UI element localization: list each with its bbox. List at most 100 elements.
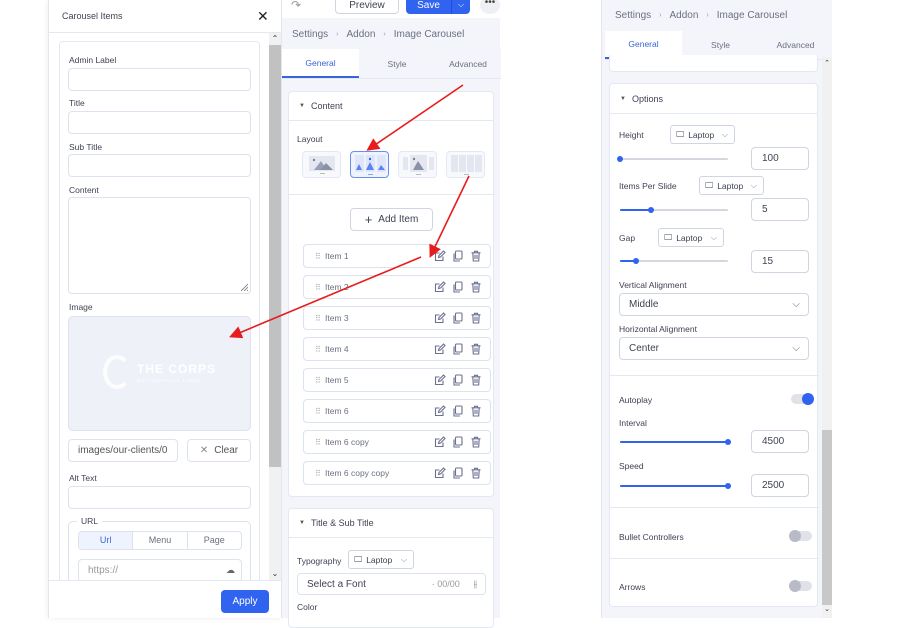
height-input[interactable]: 100 [751,147,809,170]
list-item[interactable]: ⠿ Item 6 [303,399,491,423]
image-path-input[interactable]: images/our-clients/0 [68,439,178,462]
redo-icon[interactable]: ↷ [291,0,301,12]
copy-icon[interactable] [452,374,464,386]
cloud-upload-icon[interactable]: ☁ [226,565,235,576]
scroll-up-icon[interactable]: ⌃ [822,59,832,67]
copy-icon[interactable] [452,467,464,479]
slider-knob[interactable] [725,483,731,489]
edit-icon[interactable] [434,405,446,417]
speed-slider[interactable] [620,481,731,491]
breadcrumb-settings[interactable]: Settings [292,29,328,40]
content-section-header[interactable]: ▼ Content [289,92,493,121]
drag-handle-icon[interactable]: ⠿ [315,283,325,292]
horizontal-alignment-select[interactable]: Center ⌵ [619,337,809,360]
arrows-toggle[interactable] [789,580,812,592]
url-tab-page[interactable]: Page [188,532,241,549]
tab-general[interactable]: General [282,49,359,78]
list-item[interactable]: ⠿ Item 3 [303,306,491,330]
apply-button[interactable]: Apply [221,590,269,613]
tab-style[interactable]: Style [359,49,435,78]
autoplay-toggle[interactable] [791,393,814,405]
drag-handle-icon[interactable]: ⠿ [315,345,325,354]
trash-icon[interactable] [470,281,482,293]
breadcrumb-addon[interactable]: Addon [346,29,375,40]
gap-device-select[interactable]: 🖵 Laptop ⌵ [658,228,724,247]
edit-icon[interactable] [434,250,446,262]
add-item-button[interactable]: + Add Item [350,208,433,231]
trash-icon[interactable] [470,250,482,262]
admin-label-input[interactable] [68,68,251,91]
slider-knob[interactable] [617,156,623,162]
preview-button[interactable]: Preview [335,0,399,14]
slider-knob[interactable] [648,207,655,213]
list-item[interactable]: ⠿ Item 6 copy copy [303,461,491,485]
trash-icon[interactable] [470,343,482,355]
save-label[interactable]: Save [406,0,452,14]
resize-handle-icon[interactable] [240,283,248,291]
trash-icon[interactable] [470,436,482,448]
layout-option-multi-column[interactable] [350,151,389,178]
list-item[interactable]: ⠿ Item 2 [303,275,491,299]
edit-icon[interactable] [434,436,446,448]
copy-icon[interactable] [452,250,464,262]
layout-option-single[interactable] [302,151,341,178]
content-textarea[interactable] [68,197,251,294]
drag-handle-icon[interactable]: ⠿ [315,469,325,478]
trash-icon[interactable] [470,405,482,417]
chevron-down-icon[interactable]: ⌵ [452,0,470,14]
drag-handle-icon[interactable]: ⠿ [315,252,325,261]
slider-knob[interactable] [633,258,640,264]
sliders-icon[interactable]: ⫲ [474,579,477,590]
trash-icon[interactable] [470,467,482,479]
edit-icon[interactable] [434,312,446,324]
drag-handle-icon[interactable]: ⠿ [315,438,325,447]
interval-slider[interactable] [620,437,731,447]
right-panel-scrollbar[interactable]: ⌃ ⌄ [822,57,832,618]
scroll-thumb[interactable] [269,45,281,467]
url-tab-url[interactable]: Url [79,532,134,549]
list-item[interactable]: ⠿ Item 5 [303,368,491,392]
slider-knob[interactable] [725,439,731,445]
scroll-up-icon[interactable]: ⌃ [269,33,281,45]
copy-icon[interactable] [452,436,464,448]
height-device-select[interactable]: 🖵 Laptop ⌵ [670,125,735,144]
breadcrumb-settings[interactable]: Settings [615,10,651,21]
edit-icon[interactable] [434,281,446,293]
image-preview[interactable]: THE CORPS MULTIPURPOSE THEME [68,316,251,431]
edit-icon[interactable] [434,467,446,479]
scroll-down-icon[interactable]: ⌄ [822,605,832,613]
title-subtitle-header[interactable]: ▼ Title & Sub Title [289,509,493,538]
scroll-down-icon[interactable]: ⌄ [269,568,281,580]
edit-icon[interactable] [434,374,446,386]
bullet-controllers-toggle[interactable] [789,530,812,542]
edit-icon[interactable] [434,343,446,355]
vertical-alignment-select[interactable]: Middle ⌵ [619,293,809,316]
copy-icon[interactable] [452,281,464,293]
copy-icon[interactable] [452,405,464,417]
url-input[interactable]: https:// ☁ [78,559,242,582]
save-button[interactable]: Save ⌵ [406,0,470,14]
list-item[interactable]: ⠿ Item 1 [303,244,491,268]
height-slider[interactable] [617,154,728,164]
url-tab-menu[interactable]: Menu [133,532,188,549]
options-header[interactable]: ▼ Options [610,84,817,114]
interval-input[interactable]: 4500 [751,430,809,453]
subtitle-input[interactable] [68,154,251,177]
items-per-slide-slider[interactable] [620,205,728,215]
drag-handle-icon[interactable]: ⠿ [315,314,325,323]
typography-device-select[interactable]: 🖵 Laptop ⌵ [348,550,414,569]
trash-icon[interactable] [470,312,482,324]
layout-option-center-focus[interactable] [398,151,437,178]
items-per-slide-input[interactable]: 5 [751,198,809,221]
speed-input[interactable]: 2500 [751,474,809,497]
close-icon[interactable]: ✕ [257,7,269,25]
list-item[interactable]: ⠿ Item 6 copy [303,430,491,454]
gap-slider[interactable] [620,256,728,266]
font-select[interactable]: Select a Font · 00/00 ⫲ [297,573,486,595]
layout-option-grid[interactable] [446,151,485,178]
drag-handle-icon[interactable]: ⠿ [315,407,325,416]
scroll-thumb[interactable] [822,430,832,605]
more-options-icon[interactable]: ••• [480,0,500,14]
gap-input[interactable]: 15 [751,250,809,273]
modal-scrollbar[interactable]: ⌃ ⌄ [269,33,281,580]
